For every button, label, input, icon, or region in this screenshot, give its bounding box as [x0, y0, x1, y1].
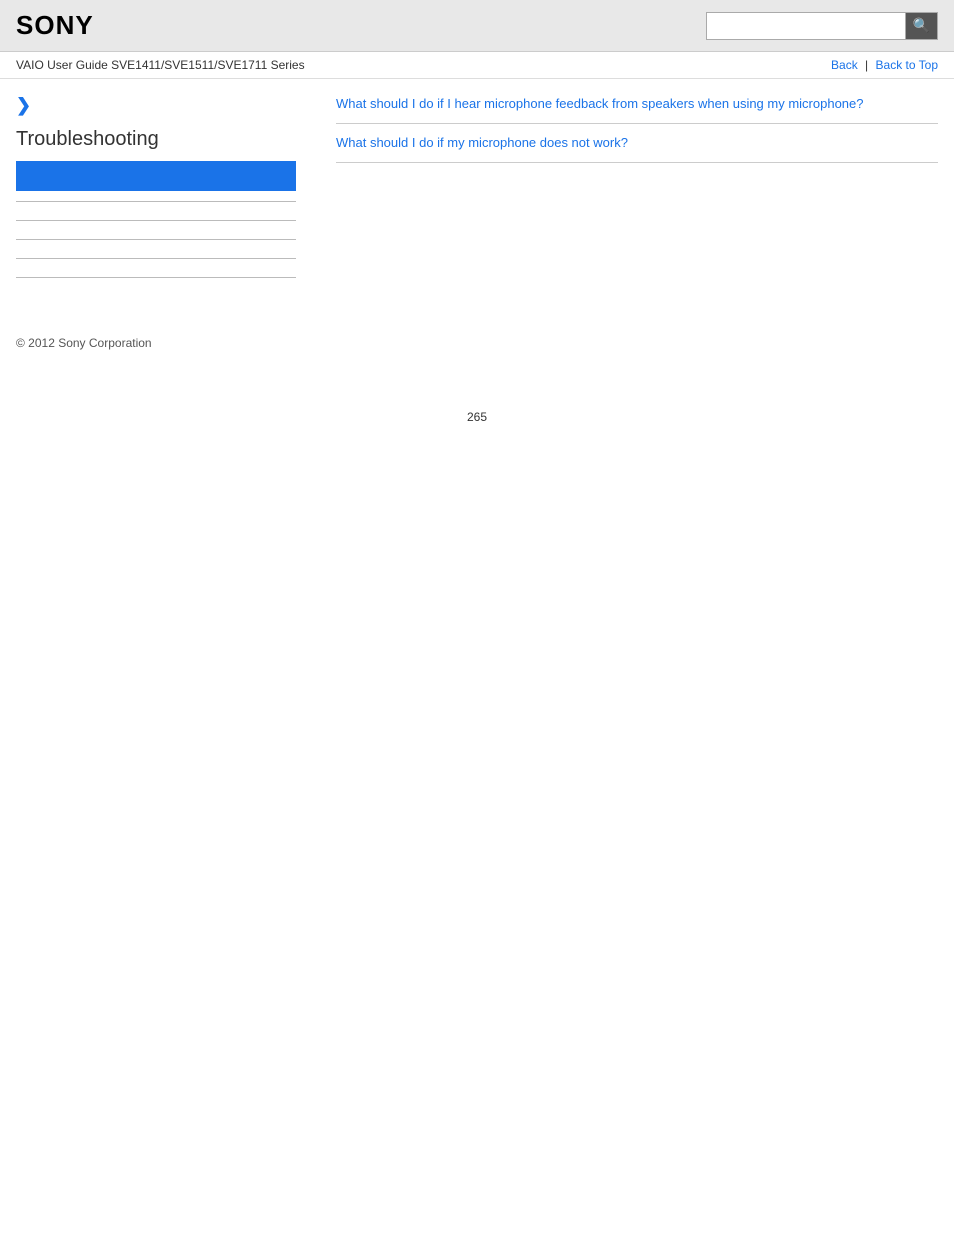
sidebar-line-group-5 — [16, 277, 296, 278]
copyright-text: © 2012 Sony Corporation — [16, 336, 152, 350]
sidebar: ❯ Troubleshooting — [16, 95, 316, 296]
content-link-1[interactable]: What should I do if I hear microphone fe… — [336, 95, 938, 113]
nav-separator: | — [865, 58, 868, 72]
sidebar-divider-2 — [16, 220, 296, 221]
main-content: ❯ Troubleshooting What should I do if I … — [0, 79, 954, 296]
sidebar-line-group-1 — [16, 201, 296, 202]
sidebar-divider-4 — [16, 258, 296, 259]
content-area: What should I do if I hear microphone fe… — [316, 95, 938, 296]
nav-bar: VAIO User Guide SVE1411/SVE1511/SVE1711 … — [0, 52, 954, 79]
sidebar-divider-3 — [16, 239, 296, 240]
nav-links: Back | Back to Top — [831, 58, 938, 72]
content-divider-1 — [336, 123, 938, 124]
sidebar-title: Troubleshooting — [16, 128, 296, 151]
back-to-top-link[interactable]: Back to Top — [876, 58, 938, 72]
back-link[interactable]: Back — [831, 58, 858, 72]
search-input[interactable] — [706, 12, 906, 40]
content-link-2[interactable]: What should I do if my microphone does n… — [336, 134, 938, 152]
sidebar-divider-5 — [16, 277, 296, 278]
sony-logo: SONY — [16, 10, 94, 41]
sidebar-line-group-3 — [16, 239, 296, 240]
header: SONY 🔍 — [0, 0, 954, 52]
sidebar-line-group-4 — [16, 258, 296, 259]
sidebar-active-item[interactable] — [16, 161, 296, 191]
search-button[interactable]: 🔍 — [906, 12, 938, 40]
sidebar-placeholder-lines — [16, 201, 296, 278]
footer: © 2012 Sony Corporation — [0, 316, 954, 370]
page-number: 265 — [0, 410, 954, 444]
sidebar-line-group-2 — [16, 220, 296, 221]
search-icon: 🔍 — [913, 17, 930, 34]
nav-title: VAIO User Guide SVE1411/SVE1511/SVE1711 … — [16, 58, 305, 72]
chevron-icon: ❯ — [16, 95, 296, 116]
search-area: 🔍 — [706, 12, 938, 40]
sidebar-divider-1 — [16, 201, 296, 202]
content-divider-2 — [336, 162, 938, 163]
